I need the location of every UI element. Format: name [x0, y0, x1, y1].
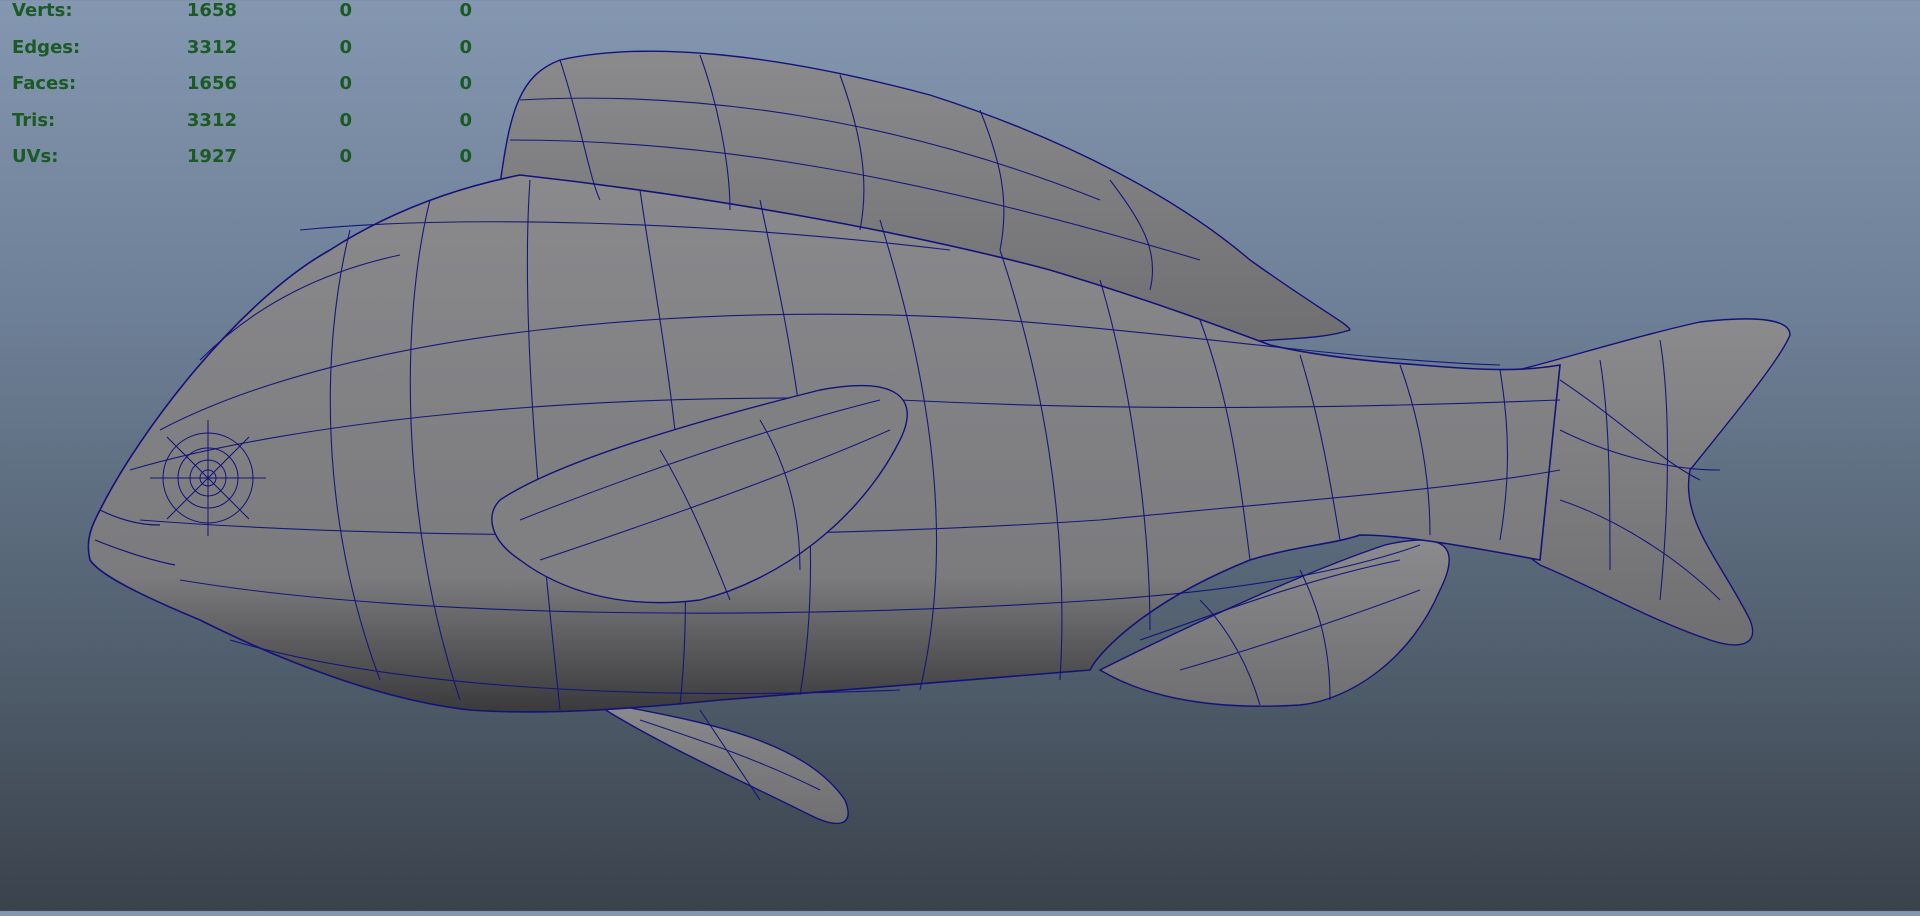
- hud-value: 0: [339, 36, 352, 58]
- eye: [150, 420, 266, 536]
- viewport-3d[interactable]: [0, 0, 1920, 911]
- hud-value: 0: [339, 0, 352, 21]
- hud-label: Tris:: [12, 109, 56, 131]
- hud-value: 0: [459, 146, 472, 167]
- hud-label: UVs:: [12, 146, 59, 167]
- hud-value: 0: [459, 0, 472, 21]
- hud-label: Verts:: [12, 0, 73, 21]
- hud-value: 0: [459, 109, 472, 131]
- hud-value: 1656: [186, 73, 237, 94]
- fish-mesh[interactable]: [0, 0, 1920, 911]
- hud-label: Edges:: [12, 36, 81, 58]
- hud-value: 1927: [186, 146, 237, 167]
- hud-value: 0: [459, 73, 472, 94]
- hud-label: Faces:: [12, 73, 77, 94]
- pelvic-fin: [589, 699, 849, 825]
- hud-value: 0: [339, 146, 352, 167]
- hud-value: 0: [459, 36, 472, 58]
- hud-value: 3312: [186, 36, 237, 58]
- hud-value: 3312: [186, 109, 237, 131]
- hud-value: 0: [339, 73, 352, 94]
- hud-value: 1658: [186, 0, 237, 21]
- hud-value: 0: [339, 109, 352, 131]
